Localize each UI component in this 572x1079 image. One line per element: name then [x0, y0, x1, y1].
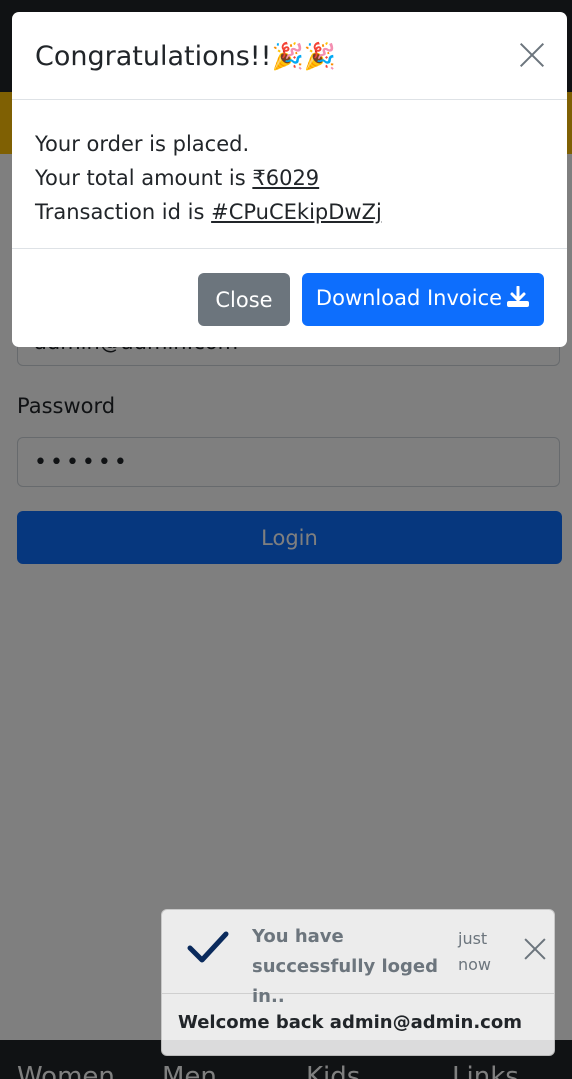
total-amount-line: Your total amount is ₹6029	[35, 161, 382, 195]
transaction-line: Transaction id is #CPuCEkipDwZj	[35, 195, 382, 229]
total-amount-label: Your total amount is	[35, 166, 253, 190]
close-button[interactable]: Close	[198, 273, 290, 326]
order-placed-text: Your order is placed.	[35, 132, 250, 156]
party-popper-icon: 🎉🎉	[271, 42, 337, 72]
modal-title: Congratulations!!🎉🎉	[35, 41, 336, 72]
modal-body: Your order is placed. Your total amount …	[35, 127, 382, 229]
toast-close-icon[interactable]	[524, 938, 546, 960]
modal-footer: Close Download Invoice	[12, 248, 567, 347]
download-icon	[506, 285, 530, 313]
close-icon[interactable]	[519, 42, 545, 68]
check-icon	[186, 930, 230, 970]
transaction-id-link[interactable]: #CPuCEkipDwZj	[211, 200, 382, 224]
transaction-label: Transaction id is	[35, 200, 212, 224]
toast-body: Welcome back admin@admin.com	[178, 1012, 522, 1033]
toast-timestamp: just now	[458, 929, 492, 974]
toast-header: You have successfully loged in.. just no…	[162, 910, 554, 1007]
download-invoice-button[interactable]: Download Invoice	[302, 273, 544, 326]
login-toast: You have successfully loged in.. just no…	[161, 909, 555, 1056]
modal-header: Congratulations!!🎉🎉	[12, 12, 567, 100]
download-invoice-label: Download Invoice	[315, 286, 503, 310]
toast-title: You have successfully loged in..	[252, 926, 439, 1007]
modal-title-text: Congratulations!!	[35, 41, 272, 72]
order-confirmation-modal: Congratulations!!🎉🎉 Your order is placed…	[12, 12, 567, 347]
total-amount-value[interactable]: ₹6029	[252, 166, 319, 190]
